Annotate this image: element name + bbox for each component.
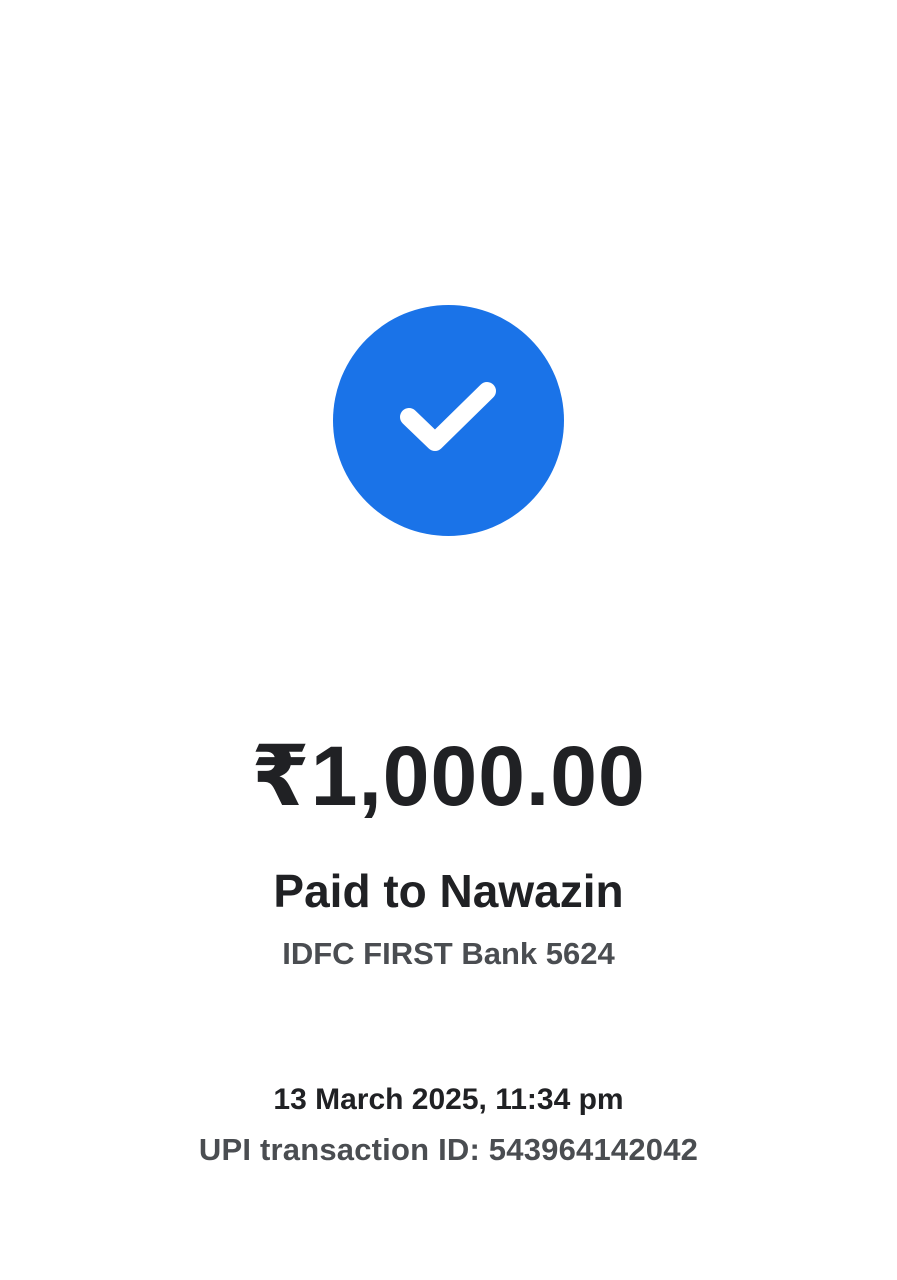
recipient-name: Paid to Nawazin [273,865,624,917]
success-check-icon [333,305,564,536]
payment-datetime: 13 March 2025, 11:34 pm [273,1083,624,1116]
payment-success-screen: ₹1,000.00 Paid to Nawazin IDFC FIRST Ban… [0,0,897,1280]
payment-amount: ₹1,000.00 [251,729,646,823]
recipient-bank: IDFC FIRST Bank 5624 [282,936,615,971]
upi-transaction-id: UPI transaction ID: 543964142042 [198,1132,699,1167]
